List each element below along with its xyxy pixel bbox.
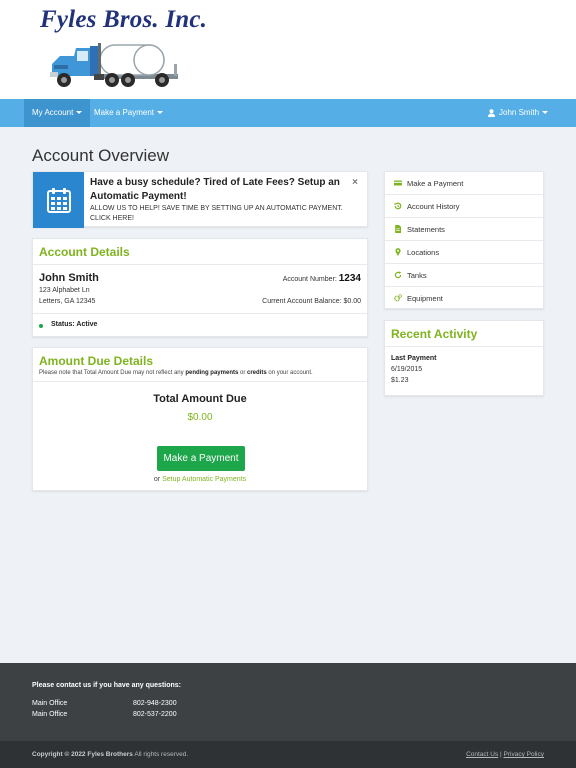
total-amount-due-label: Total Amount Due (153, 393, 247, 405)
account-holder-name: John Smith (39, 272, 99, 284)
footer-links: Contact Us | Privacy Policy (466, 751, 544, 758)
history-icon (394, 202, 402, 210)
footer-contact-row: Main Office 802-948-2300 (32, 700, 177, 707)
amount-due-note: Please note that Total Amount Due may no… (39, 370, 313, 376)
top-navbar: My Account Make a Payment John Smith (0, 99, 576, 127)
side-item-label: Statements (407, 225, 445, 234)
side-item-label: Make a Payment (407, 179, 464, 188)
promo-icon-box (33, 172, 84, 228)
account-details-card: Account Details John Smith 123 Alphabet … (32, 238, 368, 337)
copyright-text: Copyright © 2022 Fyles Brothers All righ… (32, 751, 188, 758)
office-label: Main Office (32, 711, 68, 718)
user-menu[interactable]: John Smith (480, 99, 556, 127)
caret-down-icon (542, 111, 549, 115)
last-payment-label: Last Payment (391, 355, 437, 362)
side-item-label: Locations (407, 248, 440, 257)
autopay-promo[interactable]: Have a busy schedule? Tired of Late Fees… (32, 171, 368, 228)
side-item-make-payment[interactable]: Make a Payment (385, 172, 543, 195)
recent-activity-title: Recent Activity (391, 327, 478, 341)
promo-body-link[interactable]: ALLOW US TO HELP! SAVE TIME BY SETTING U… (90, 204, 360, 224)
divider (33, 264, 367, 265)
note-bold-pending: pending payments (185, 370, 239, 376)
amount-due-title: Amount Due Details (39, 354, 154, 368)
nav-make-payment-label: Make a Payment (94, 108, 155, 117)
footer: Please contact us if you have any questi… (0, 663, 576, 741)
side-item-label: Equipment (407, 294, 443, 303)
page-title: Account Overview (32, 146, 169, 165)
caret-down-icon (76, 111, 83, 115)
close-icon[interactable]: × (352, 177, 358, 188)
side-menu: Make a Payment Account History Statement… (384, 171, 544, 309)
promo-title: Have a busy schedule? Tired of Late Fees… (90, 177, 340, 202)
office-label: Main Office (32, 700, 68, 707)
setup-automatic-payments-link[interactable]: Setup Automatic Payments (162, 476, 246, 483)
document-icon (395, 225, 401, 233)
office-phone: 802-537-2200 (133, 711, 177, 718)
total-amount-due-value: $0.00 (187, 412, 213, 423)
contact-us-link[interactable]: Contact Us (466, 751, 498, 758)
truck-logo-icon (50, 43, 178, 87)
account-address-line1: 123 Alphabet Ln (39, 287, 90, 294)
copyright-bar: Copyright © 2022 Fyles Brothers All righ… (0, 741, 576, 768)
account-details-title: Account Details (39, 245, 130, 259)
last-payment-amount: $1.23 (391, 377, 409, 384)
status-dot-icon (39, 324, 43, 328)
nav-my-account-label: My Account (32, 108, 74, 117)
footer-heading: Please contact us if you have any questi… (32, 682, 181, 689)
note-bold-credits: credits (247, 370, 267, 376)
note-text: or (238, 370, 247, 376)
header: Fyles Bros. Inc. (0, 0, 576, 99)
copyright-owner: Copyright © 2022 Fyles Brothers (32, 751, 133, 758)
side-item-locations[interactable]: Locations (385, 241, 543, 264)
account-number-label: Account Number: (282, 276, 337, 283)
calendar-icon (46, 188, 71, 213)
nav-make-payment[interactable]: Make a Payment (86, 99, 171, 127)
side-item-label: Account History (407, 202, 460, 211)
divider (33, 381, 367, 382)
side-item-tanks[interactable]: Tanks (385, 264, 543, 287)
footer-contact-row: Main Office 802-537-2200 (32, 711, 177, 718)
nav-my-account[interactable]: My Account (24, 99, 91, 127)
amount-due-card: Amount Due Details Please note that Tota… (32, 347, 368, 491)
setup-autopay-line: or Setup Automatic Payments (33, 476, 367, 483)
side-item-equipment[interactable]: Equipment (385, 287, 543, 310)
account-number-value: 1234 (338, 273, 361, 284)
user-name: John Smith (499, 108, 540, 117)
account-address-line2: Letters, GA 12345 (39, 298, 96, 305)
account-number: Account Number: 1234 (283, 273, 361, 284)
make-payment-button[interactable]: Make a Payment (157, 446, 245, 471)
account-status: Status: Active (51, 321, 98, 328)
side-item-statements[interactable]: Statements (385, 218, 543, 241)
recent-activity-card: Recent Activity Last Payment 6/19/2015 $… (384, 320, 544, 396)
user-icon (488, 109, 495, 117)
office-phone: 802-948-2300 (133, 700, 177, 707)
copyright-rest: All rights reserved. (132, 751, 189, 758)
divider (385, 346, 543, 347)
note-text: Please note that Total Amount Due may no… (39, 370, 186, 376)
or-text: or (153, 476, 163, 483)
side-item-label: Tanks (407, 271, 427, 280)
brand-logo[interactable]: Fyles Bros. Inc. (40, 6, 207, 34)
credit-card-icon (394, 180, 402, 186)
caret-down-icon (157, 111, 164, 115)
account-balance: Current Account Balance: $0.00 (262, 298, 361, 305)
last-payment-date: 6/19/2015 (391, 366, 423, 373)
gears-icon (394, 294, 402, 302)
refresh-icon (394, 271, 402, 279)
privacy-policy-link[interactable]: Privacy Policy (504, 751, 544, 758)
map-pin-icon (395, 248, 401, 256)
divider (33, 313, 367, 314)
note-text: on your account. (266, 370, 313, 376)
side-item-account-history[interactable]: Account History (385, 195, 543, 218)
